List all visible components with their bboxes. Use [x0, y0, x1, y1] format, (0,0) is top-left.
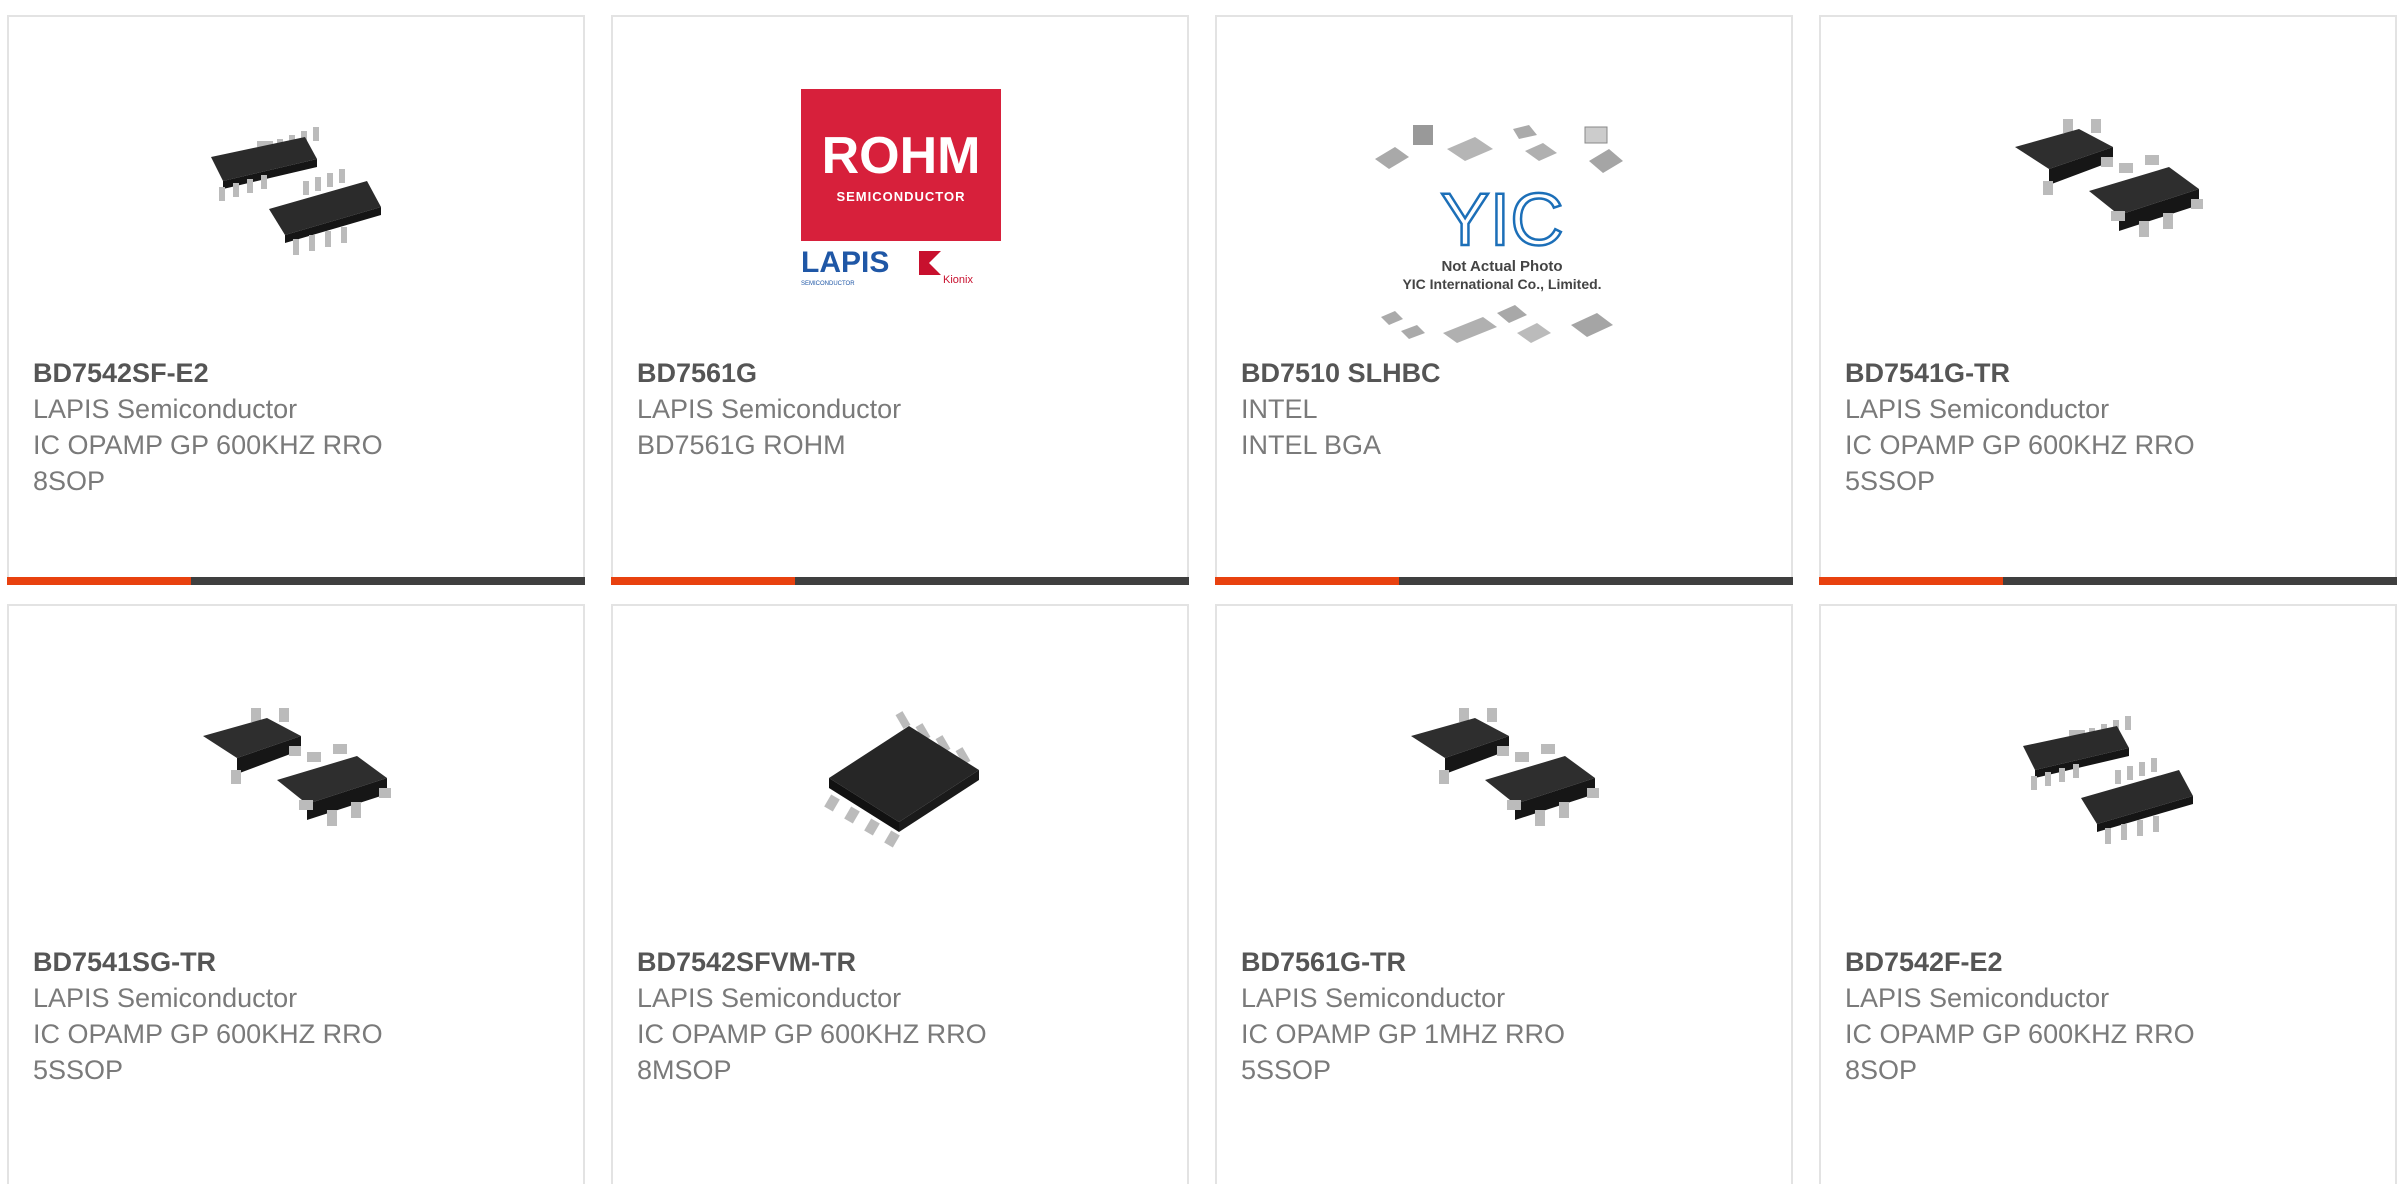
manufacturer: LAPIS Semiconductor: [1845, 394, 2110, 424]
manufacturer: LAPIS Semiconductor: [637, 394, 902, 424]
part-number[interactable]: BD7561G: [637, 355, 1167, 391]
product-card[interactable]: BD7542SF-E2 LAPIS Semiconductor IC OPAMP…: [7, 15, 585, 585]
description: INTEL BGA: [1241, 430, 1382, 460]
part-number[interactable]: BD7542SFVM-TR: [637, 944, 1167, 980]
rohm-lapis-logo: ROHM SEMICONDUCTOR LAPIS SEMICONDUCTOR K…: [799, 87, 1003, 291]
placeholder-line2: YIC International Co., Limited.: [1402, 276, 1601, 292]
product-card[interactable]: ROHM SEMICONDUCTOR LAPIS SEMICONDUCTOR K…: [611, 15, 1189, 585]
description: IC OPAMP GP 600KHZ RRO 8SOP: [1845, 1019, 2195, 1085]
manufacturer: LAPIS Semiconductor: [1845, 983, 2110, 1013]
chip-8sop-icon: [195, 87, 399, 291]
chip-8sop-icon: [2007, 676, 2211, 880]
placeholder-line1: Not Actual Photo: [1441, 258, 1562, 275]
description: IC OPAMP GP 1MHZ RRO 5SSOP: [1241, 1019, 1566, 1085]
part-number[interactable]: BD7541SG-TR: [33, 944, 563, 980]
description: IC OPAMP GP 600KHZ RRO 5SSOP: [33, 1019, 383, 1085]
chip-8msop-icon: [799, 676, 1003, 880]
description: IC OPAMP GP 600KHZ RRO 5SSOP: [1845, 430, 2195, 496]
card-bottom-bar: [1819, 577, 2397, 585]
card-bar-accent: [7, 577, 191, 585]
logo-brand: ROHM: [822, 127, 981, 185]
logo-brand-sub: SEMICONDUCTOR: [836, 189, 965, 204]
manufacturer: INTEL: [1241, 394, 1318, 424]
card-bar-accent: [1819, 577, 2003, 585]
card-bottom-bar: [1215, 577, 1793, 585]
logo-lapis-sub: SEMICONDUCTOR: [801, 281, 855, 287]
manufacturer: LAPIS Semiconductor: [33, 394, 298, 424]
product-card[interactable]: YIC Not Actual Photo YIC International C…: [1215, 15, 1793, 585]
logo-kionix: Kionix: [943, 274, 973, 286]
placeholder-mark: YIC: [1440, 178, 1563, 261]
product-card[interactable]: BD7561G-TR LAPIS Semiconductor IC OPAMP …: [1215, 604, 1793, 1184]
description: IC OPAMP GP 600KHZ RRO 8SOP: [33, 430, 383, 496]
part-number[interactable]: BD7510 SLHBC: [1241, 355, 1771, 391]
description: BD7561G ROHM: [637, 430, 846, 460]
card-bottom-bar: [611, 577, 1189, 585]
manufacturer: LAPIS Semiconductor: [33, 983, 298, 1013]
part-number[interactable]: BD7542F-E2: [1845, 944, 2375, 980]
chip-5ssop-icon: [195, 676, 399, 880]
part-number[interactable]: BD7541G-TR: [1845, 355, 2375, 391]
product-card[interactable]: BD7541G-TR LAPIS Semiconductor IC OPAMP …: [1819, 15, 2397, 585]
yic-placeholder-icon: YIC Not Actual Photo YIC International C…: [1367, 107, 1637, 357]
logo-lapis: LAPIS: [801, 246, 889, 279]
product-card[interactable]: BD7542F-E2 LAPIS Semiconductor IC OPAMP …: [1819, 604, 2397, 1184]
part-number[interactable]: BD7542SF-E2: [33, 355, 563, 391]
card-bottom-bar: [7, 577, 585, 585]
product-card[interactable]: BD7542SFVM-TR LAPIS Semiconductor IC OPA…: [611, 604, 1189, 1184]
description: IC OPAMP GP 600KHZ RRO 8MSOP: [637, 1019, 987, 1085]
manufacturer: LAPIS Semiconductor: [637, 983, 902, 1013]
manufacturer: LAPIS Semiconductor: [1241, 983, 1506, 1013]
card-bar-accent: [611, 577, 795, 585]
chip-5ssop-icon: [2007, 87, 2211, 291]
product-card[interactable]: BD7541SG-TR LAPIS Semiconductor IC OPAMP…: [7, 604, 585, 1184]
part-number[interactable]: BD7561G-TR: [1241, 944, 1771, 980]
chip-5ssop-icon: [1403, 676, 1607, 880]
card-bar-accent: [1215, 577, 1399, 585]
